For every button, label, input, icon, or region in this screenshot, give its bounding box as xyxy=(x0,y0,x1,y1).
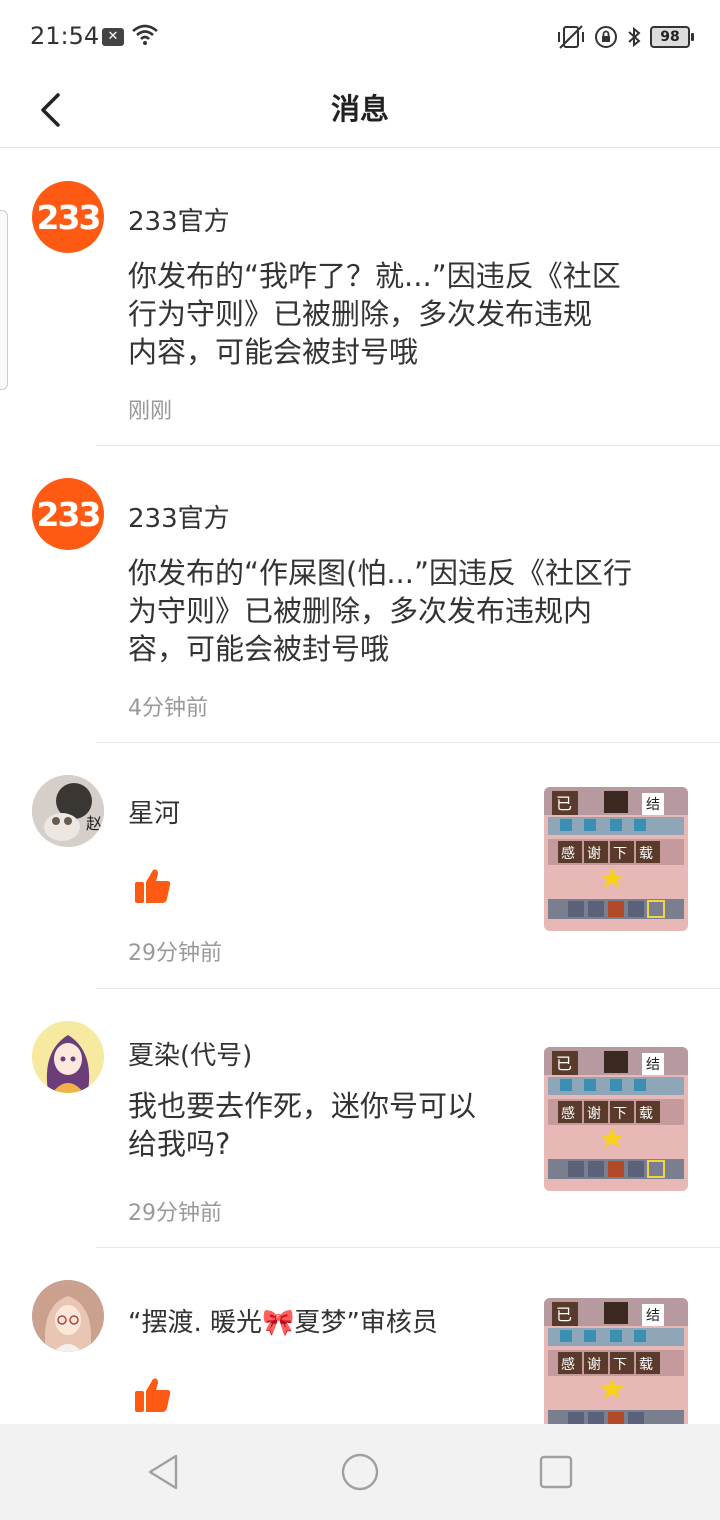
thumb-char: 已 xyxy=(556,794,572,813)
content-line: 你发布的“我咋了？就...”因违反《社区 xyxy=(128,259,621,293)
message-item[interactable]: “摆渡. 暖光🎀夏梦”审核员 已 结 感 谢 下 载 xyxy=(0,1248,720,1448)
message-item[interactable]: 赵 星河 已 结 感 谢 下 载 29分钟前 xyxy=(0,743,720,989)
thumb-char: 感 xyxy=(561,1105,575,1122)
sender-name[interactable]: 233官方 xyxy=(128,498,230,535)
avatar-image: 赵 xyxy=(32,775,104,847)
thumb-char: 谢 xyxy=(587,1357,601,1373)
content-line: 我也要去作死，迷你号可以 xyxy=(128,1089,477,1123)
post-thumbnail[interactable]: 已 结 感 谢 下 载 xyxy=(544,1047,688,1191)
thumb-char: 谢 xyxy=(587,1106,601,1122)
post-thumbnail[interactable]: 已 结 感 谢 下 载 xyxy=(544,1298,688,1442)
page-title: 消息 xyxy=(330,92,389,126)
message-item[interactable]: 夏染(代号) 我也要去作死，迷你号可以 给我吗? 已 结 感 谢 下 载 29分… xyxy=(0,989,720,1248)
thumbnail-image: 已 结 感 谢 下 载 xyxy=(544,1047,688,1191)
sender-name[interactable]: 星河 xyxy=(128,793,180,830)
avatar[interactable] xyxy=(32,1021,104,1093)
content-line: 内容，可能会被封号哦 xyxy=(128,335,419,369)
content-line: 行为守则》已被删除，多次发布违规 xyxy=(128,297,593,331)
sender-name[interactable]: 233官方 xyxy=(128,201,230,238)
thumb-char: 载 xyxy=(639,846,653,862)
sender-name[interactable]: “摆渡. 暖光🎀夏梦”审核员 xyxy=(128,1302,438,1339)
message-time: 29分钟前 xyxy=(128,941,222,966)
thumb-char: 下 xyxy=(613,1357,627,1373)
content-line: 给我吗? xyxy=(128,1127,231,1161)
avatar[interactable]: 233 xyxy=(32,478,104,550)
wifi-icon xyxy=(132,24,158,45)
message-item[interactable]: 233 233官方 你发布的“我咋了？就...”因违反《社区 行为守则》已被删除… xyxy=(0,149,720,446)
status-bar: 21:54 ✕ 98 xyxy=(0,0,720,72)
thumb-char: 载 xyxy=(639,1106,653,1122)
thumbnail-image: 已 结 感 谢 下 载 xyxy=(544,1298,688,1442)
thumb-char: 结 xyxy=(646,1308,660,1324)
content-line: 为守则》已被删除，多次发布违规内 xyxy=(128,594,593,628)
thumb-char: 感 xyxy=(561,1356,575,1373)
thumb-char: 已 xyxy=(556,1305,572,1324)
status-time: 21:54 xyxy=(30,22,100,50)
avatar[interactable] xyxy=(32,1280,104,1352)
content-line: 容，可能会被封号哦 xyxy=(128,632,390,666)
avatar-logo-text: 233 xyxy=(36,494,102,534)
bluetooth-icon xyxy=(628,26,641,48)
header: 消息 xyxy=(0,72,720,148)
thumb-char: 结 xyxy=(646,1057,660,1073)
avatar[interactable]: 赵 xyxy=(32,775,104,847)
avatar-image xyxy=(32,1021,104,1093)
battery-level: 98 xyxy=(660,29,680,45)
content-line: 你发布的“作屎图(怕...”因违反《社区行 xyxy=(128,556,633,590)
sender-name[interactable]: 夏染(代号) xyxy=(128,1035,252,1072)
thumbnail-image: 已 结 感 谢 下 载 xyxy=(544,787,688,931)
nav-back-triangle-icon[interactable] xyxy=(144,1452,184,1492)
thumb-char: 已 xyxy=(556,1054,572,1073)
thumb-char: 感 xyxy=(561,845,575,862)
lock-rotation-icon xyxy=(595,26,617,48)
post-thumbnail[interactable]: 已 结 感 谢 下 载 xyxy=(544,787,688,931)
message-time: 29分钟前 xyxy=(128,1201,222,1226)
thumb-char: 结 xyxy=(646,797,660,813)
thumbs-up-icon xyxy=(135,1378,171,1412)
avatar-logo-text: 233 xyxy=(36,197,102,237)
message-time: 刚刚 xyxy=(128,399,173,424)
nav-home-circle-icon[interactable] xyxy=(340,1452,380,1492)
message-content: 我也要去作死，迷你号可以 给我吗? xyxy=(128,1087,476,1163)
thumb-char: 载 xyxy=(639,1357,653,1373)
thumbs-up-icon xyxy=(135,869,171,903)
vibrate-mute-icon xyxy=(558,25,584,49)
status-icons: 98 xyxy=(556,24,694,50)
thumb-char: 下 xyxy=(613,846,627,862)
thumb-char: 下 xyxy=(613,1106,627,1122)
message-list: 233 233官方 你发布的“我咋了？就...”因违反《社区 行为守则》已被删除… xyxy=(0,149,720,1448)
message-time: 4分钟前 xyxy=(128,696,208,721)
message-content: 你发布的“作屎图(怕...”因违反《社区行 为守则》已被删除，多次发布违规内 容… xyxy=(128,554,632,668)
svg-text:赵: 赵 xyxy=(86,814,102,833)
message-item[interactable]: 233 233官方 你发布的“作屎图(怕...”因违反《社区行 为守则》已被删除… xyxy=(0,446,720,743)
thumb-char: 谢 xyxy=(587,846,601,862)
system-nav-bar xyxy=(0,1424,720,1520)
avatar-image xyxy=(32,1280,104,1352)
notification-x-icon: ✕ xyxy=(102,28,124,46)
avatar[interactable]: 233 xyxy=(32,181,104,253)
message-content: 你发布的“我咋了？就...”因违反《社区 行为守则》已被删除，多次发布违规 内容… xyxy=(128,257,621,371)
nav-recents-square-icon[interactable] xyxy=(536,1452,576,1492)
battery-icon: 98 xyxy=(650,26,694,48)
